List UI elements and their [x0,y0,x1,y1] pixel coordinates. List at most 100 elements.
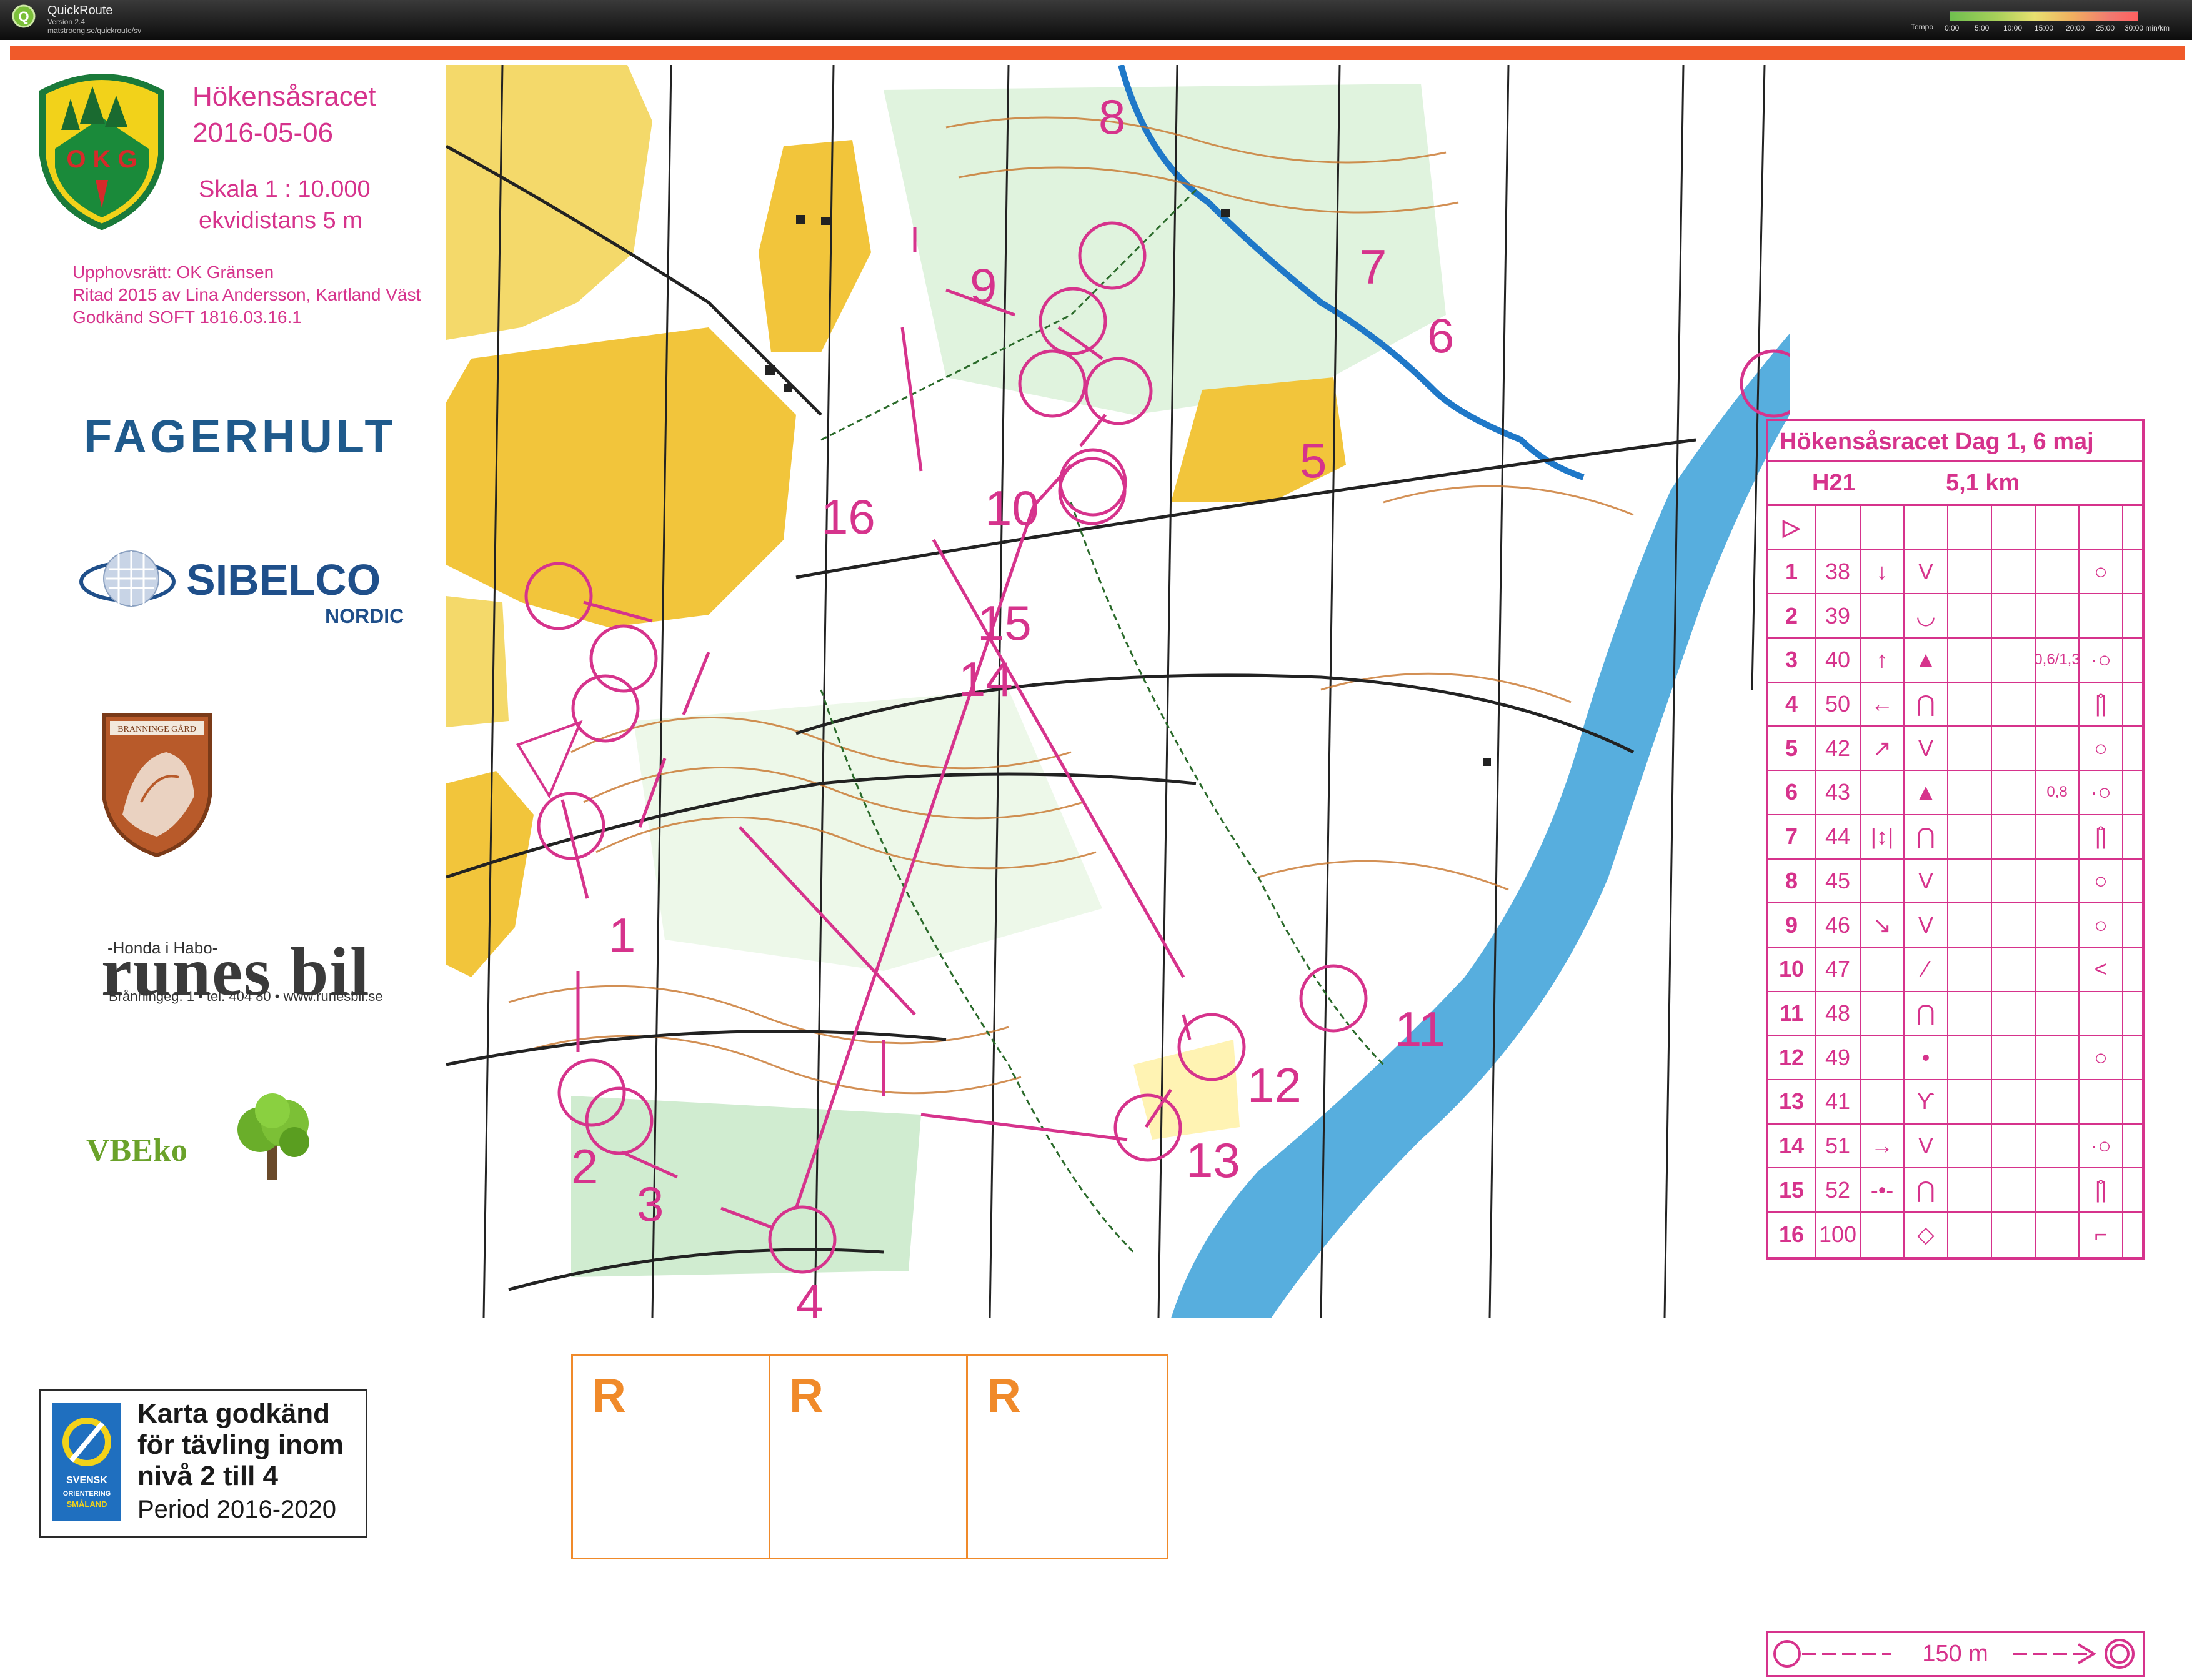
control-description-row: 2 39 ◡ [1768,594,2142,639]
description-cell-code: 50 [1816,682,1861,726]
description-cell-n: 12 [1768,1036,1816,1079]
description-cell-code: 39 [1816,594,1861,638]
description-cell-dim [2036,1213,2080,1257]
description-cell-dir [1861,947,1905,991]
control-number: 5 [1300,433,1327,488]
description-cell-dim [2036,992,2080,1035]
description-cell-dim [2036,859,2080,903]
drawn-by-line: Ritad 2015 av Lina Andersson, Kartland V… [72,285,421,304]
app-name: QuickRoute [47,4,113,17]
approval-line-2: för tävling inom [137,1429,344,1460]
description-cell-empty [2123,1213,2142,1257]
description-cell-loc: ○ [2080,903,2123,947]
control-description-row: 8 45 V ○ [1768,859,2142,904]
control-number: 8 [1098,89,1125,144]
tempo-label: Tempo [1911,22,1934,31]
description-cell-empty [2123,550,2142,594]
description-cell-dir [1861,1213,1905,1257]
description-cell-feat: • [1905,1036,1948,1079]
punch-box-letter: R [592,1369,626,1423]
control-number: 11 [1395,1002,1445,1056]
control-description-row: 11 48 ⋂ [1768,992,2142,1036]
punch-box: R [573,1356,770,1558]
approval-line-3: nivå 2 till 4 [137,1461,278,1491]
sibelco-globe-icon [79,550,176,607]
description-cell-code: 43 [1816,771,1861,814]
approval-text: Karta godkänd för tävling inom nivå 2 ti… [137,1398,344,1492]
description-cell-n: 14 [1768,1124,1816,1168]
description-cell-loc: |̊| [2080,815,2123,858]
description-cell-dir [1861,859,1905,903]
description-cell-empty [2123,1080,2142,1123]
svg-text:SVENSK: SVENSK [66,1475,107,1486]
description-cell-empty [1992,1124,2036,1168]
description-cell-feat: ⁄ [1905,947,1948,991]
description-cell-empty [2123,727,2142,770]
tree-icon [237,1093,309,1180]
description-cell-dir: → [1861,1124,1905,1168]
description-cell-empty [1948,594,1992,638]
description-cell-dim [2036,550,2080,594]
description-cell-empty [1948,1036,1992,1079]
description-cell-n: 6 [1768,771,1816,814]
description-cell-loc: |̊| [2080,682,2123,726]
start-triangle-icon: ▷ [1768,506,1816,549]
description-cell-feat: V [1905,550,1948,594]
description-cell-dir: ↘ [1861,903,1905,947]
description-cell-empty [1992,1213,2036,1257]
tempo-tick: 0:00 [1945,24,1960,32]
contour-interval: ekvidistans 5 m [199,207,362,234]
description-cell-empty [1992,550,2036,594]
description-cell-n: 5 [1768,727,1816,770]
control-description-row: 1 38 ↓ V ○ [1768,550,2142,595]
branninge-label: BRANNINGE GÅRD [117,724,196,734]
description-title: Hökensåsracet Dag 1, 6 maj [1766,419,2145,462]
description-cell-code: 49 [1816,1036,1861,1079]
description-cell-feat: V [1905,727,1948,770]
control-number: 10 [985,480,1039,535]
copyright-line: Upphovsrätt: OK Gränsen [72,262,274,282]
description-cell-empty [1948,771,1992,814]
description-cell-empty [1992,727,2036,770]
control-number: 13 [1186,1133,1240,1188]
description-cell-empty [2123,771,2142,814]
description-footer: 150 m [1764,1629,2146,1679]
description-cell-loc: ·○ [2080,639,2123,682]
description-cell-n: 8 [1768,859,1816,903]
description-cell-empty [2123,992,2142,1035]
punch-box-letter: R [789,1369,824,1423]
course-length: 5,1 km [1946,470,2020,496]
tempo-tick: 10:00 [2003,24,2023,32]
orienteering-map[interactable]: 1 2 3 4 5 6 7 8 9 10 11 12 13 14 15 16 [446,65,1790,1318]
sponsor-fagerhult-logo: FAGERHULT [84,410,397,462]
description-cell-dim [2036,1036,2080,1079]
description-cell-empty [1992,771,2036,814]
description-cell-code: 42 [1816,727,1861,770]
svg-text:SMÅLAND: SMÅLAND [67,1499,107,1509]
event-name: Hökensåsracet [192,81,376,112]
description-cell-code: 38 [1816,550,1861,594]
description-grid: ▷ 1 38 ↓ V ○ 2 39 ◡ 3 40 ↑ ▲ 0,6/1,3 ·○ 4 50 ← ⋂ |̊| 5 42 ↗ V ○… [1766,506,2145,1260]
tempo-tick: 30:00 min/km [2125,24,2170,32]
description-cell-empty [1992,1168,2036,1211]
control-description-row: 12 49 • ○ [1768,1036,2142,1080]
description-cell-empty [1992,859,2036,903]
punch-box: R [968,1356,1165,1558]
description-cell-dir: ↓ [1861,550,1905,594]
finish-distance: 150 m [1922,1640,1988,1667]
description-cell-feat: ⋂ [1905,682,1948,726]
control-number: 4 [796,1274,823,1318]
start-row: ▷ [1768,506,2142,550]
description-cell-empty [1948,903,1992,947]
control-number: 16 [821,489,875,544]
description-cell-empty [2123,903,2142,947]
event-title: Hökensåsracet 2016-05-06 [192,79,376,151]
description-cell-n: 7 [1768,815,1816,858]
description-cell-code: 44 [1816,815,1861,858]
description-cell-n: 16 [1768,1213,1816,1257]
description-cell-empty [2123,594,2142,637]
control-number: 14 [959,652,1013,707]
description-cell-dim [2036,947,2080,991]
description-cell-loc: ·○ [2080,1124,2123,1168]
description-cell-dir: |↕| [1861,815,1905,858]
